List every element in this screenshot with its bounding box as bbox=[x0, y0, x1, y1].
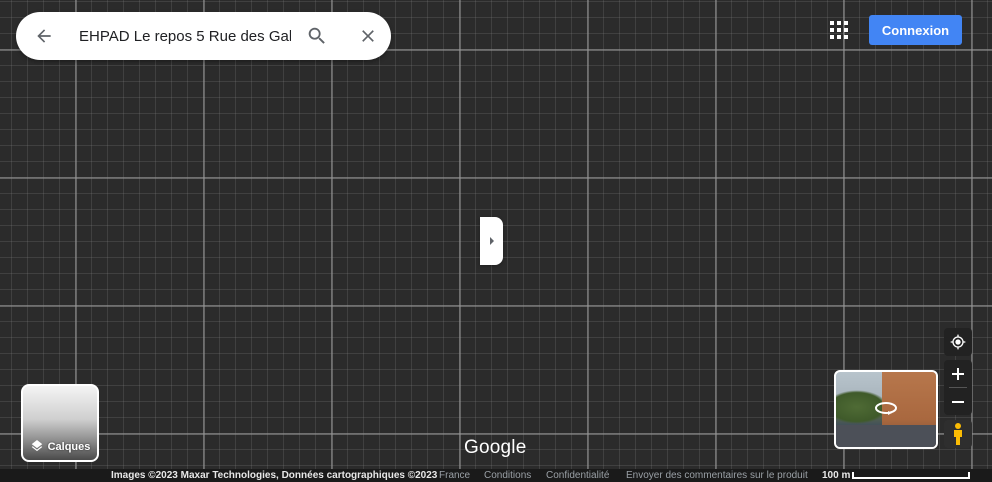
rotate-360-icon bbox=[875, 402, 897, 415]
footer-terms-link[interactable]: Conditions bbox=[484, 469, 531, 482]
side-panel-toggle[interactable] bbox=[480, 217, 503, 265]
scale-label[interactable]: 100 m bbox=[822, 469, 850, 482]
layers-icon bbox=[31, 440, 42, 452]
close-icon bbox=[362, 30, 374, 42]
zoom-in-button[interactable] bbox=[944, 360, 972, 387]
footer-feedback-link[interactable]: Envoyer des commentaires sur le produit bbox=[626, 469, 808, 482]
footer-privacy-link[interactable]: Confidentialité bbox=[546, 469, 609, 482]
pegman-button[interactable] bbox=[944, 420, 972, 448]
search-button[interactable] bbox=[299, 18, 335, 54]
signin-button[interactable]: Connexion bbox=[869, 15, 962, 45]
caret-right-icon bbox=[489, 237, 494, 245]
search-input[interactable] bbox=[79, 27, 291, 45]
scale-bar bbox=[852, 472, 970, 479]
grid-icon bbox=[830, 21, 848, 39]
arrow-left-icon bbox=[37, 29, 51, 43]
pegman-icon bbox=[954, 423, 962, 445]
my-location-button[interactable] bbox=[944, 328, 972, 356]
attribution-text: Images ©2023 Maxar Technologies, Données… bbox=[111, 470, 438, 481]
search-box bbox=[16, 12, 391, 60]
layers-button[interactable]: Calques bbox=[21, 384, 99, 462]
crosshair-icon bbox=[950, 334, 966, 350]
zoom-out-button[interactable] bbox=[944, 388, 972, 415]
clear-search-button[interactable] bbox=[350, 18, 386, 54]
plus-icon bbox=[952, 367, 964, 380]
minus-icon bbox=[952, 400, 964, 403]
google-apps-button[interactable] bbox=[826, 16, 852, 44]
back-button[interactable] bbox=[26, 18, 62, 54]
layers-label: Calques bbox=[47, 441, 91, 453]
footer: Images ©2023 Maxar Technologies, Données… bbox=[0, 469, 992, 482]
street-view-road bbox=[836, 425, 936, 447]
street-view-thumbnail[interactable] bbox=[834, 370, 938, 449]
google-logo: Google bbox=[464, 437, 527, 458]
layers-label-group: Calques bbox=[23, 440, 97, 454]
footer-country-link[interactable]: France bbox=[439, 469, 470, 482]
search-icon bbox=[308, 27, 325, 44]
zoom-controls bbox=[944, 360, 972, 415]
